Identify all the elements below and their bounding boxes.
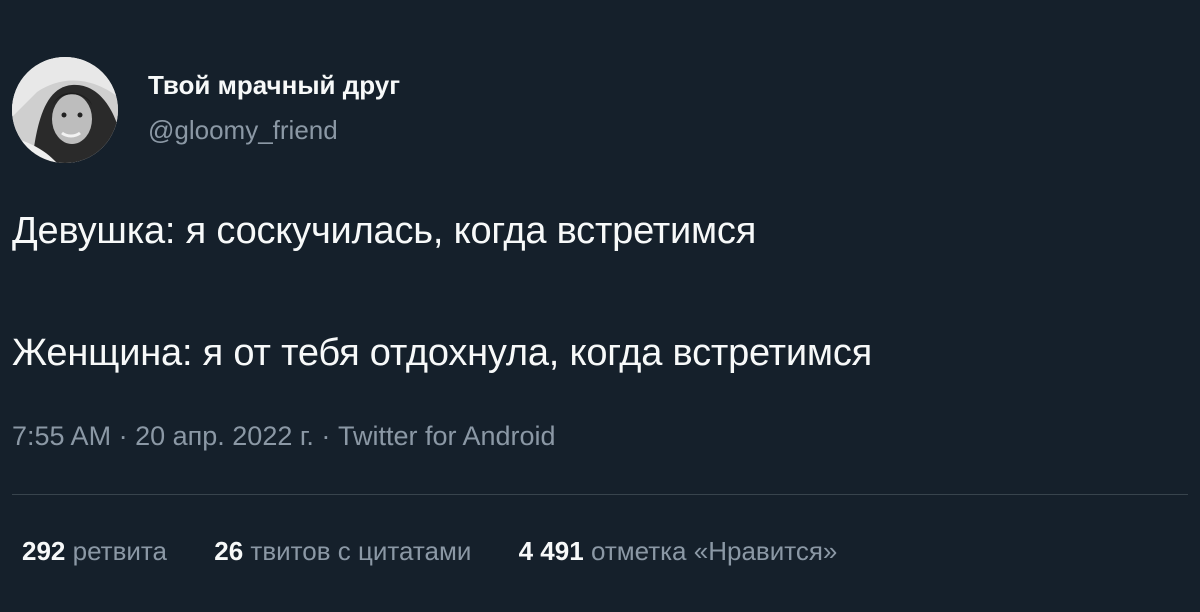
- tweet-stats: 292 ретвита 26 твитов с цитатами 4 491 о…: [22, 536, 877, 567]
- author-handle[interactable]: @gloomy_friend: [148, 115, 338, 146]
- retweets-stat[interactable]: 292 ретвита: [22, 536, 167, 567]
- quote-tweets-count: 26: [214, 536, 244, 566]
- retweets-label: ретвита: [72, 536, 168, 566]
- likes-label: отметка «Нравится»: [590, 536, 838, 566]
- quote-tweets-label: твитов с цитатами: [250, 536, 472, 566]
- likes-count: 4 491: [518, 536, 584, 566]
- meta-separator: ·: [321, 421, 331, 451]
- meta-separator: ·: [118, 421, 128, 451]
- avatar-photo-icon: [12, 57, 118, 163]
- avatar[interactable]: [12, 57, 118, 163]
- author-display-name[interactable]: Твой мрачный друг: [148, 70, 400, 101]
- retweets-count: 292: [22, 536, 66, 566]
- tweet-meta: 7:55 AM · 20 апр. 2022 г. · Twitter for …: [12, 421, 556, 452]
- divider: [12, 494, 1188, 495]
- tweet-time[interactable]: 7:55 AM: [12, 421, 111, 451]
- tweet-text-line-1: Девушка: я соскучилась, когда встретимся: [12, 210, 757, 252]
- tweet-date[interactable]: 20 апр. 2022 г.: [135, 421, 314, 451]
- likes-stat[interactable]: 4 491 отметка «Нравится»: [519, 536, 838, 567]
- tweet-text-line-2: Женщина: я от тебя отдохнула, когда встр…: [12, 332, 873, 374]
- tweet-source[interactable]: Twitter for Android: [338, 421, 556, 451]
- quote-tweets-stat[interactable]: 26 твитов с цитатами: [214, 536, 471, 567]
